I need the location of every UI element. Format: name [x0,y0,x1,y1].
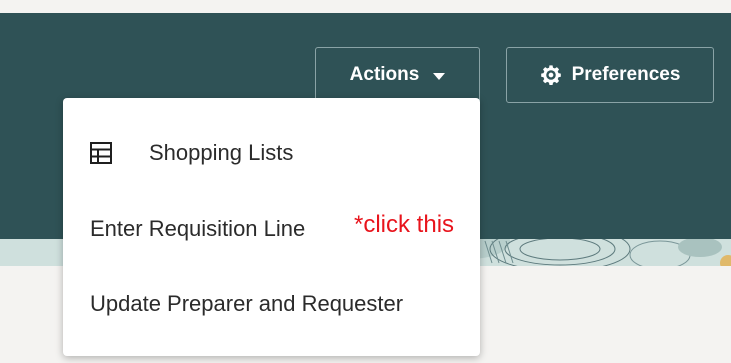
actions-button-label: Actions [349,64,420,85]
menu-item-label: Shopping Lists [149,140,294,165]
click-annotation: *click this [354,211,455,238]
table-grid-icon [90,142,112,164]
gear-icon [540,65,561,85]
menu-item-shopping-lists[interactable]: Shopping Lists [63,118,480,188]
menu-item-update-preparer-and-requester[interactable]: Update Preparer and Requester [63,269,480,339]
preferences-button[interactable]: Preferences [506,47,714,103]
menu-item-label: Enter Requisition Line [90,216,306,241]
caret-down-icon [433,72,446,80]
menu-item-label: Update Preparer and Requester [90,291,404,316]
actions-button[interactable]: Actions [315,47,480,103]
preferences-button-label: Preferences [571,64,681,85]
